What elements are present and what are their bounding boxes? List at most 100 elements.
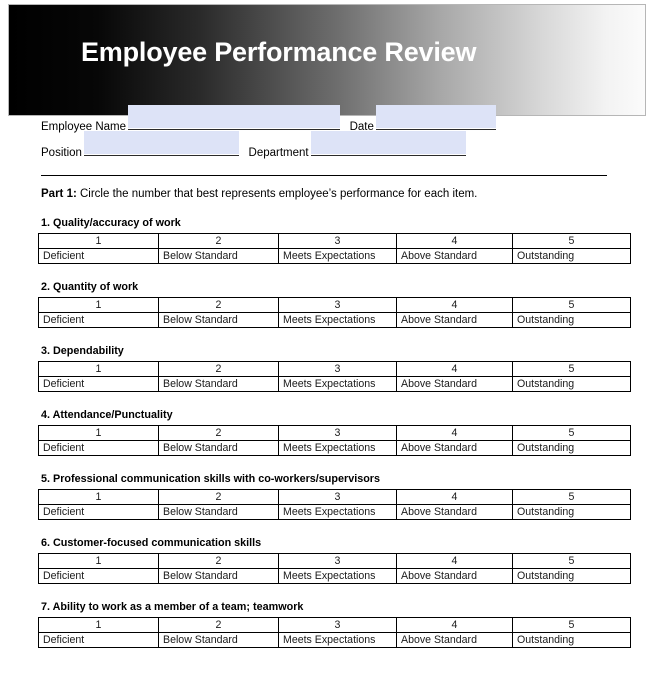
rating-item-title: 3. Dependability: [41, 345, 124, 357]
rating-item: 7. Ability to work as a member of a team…: [0, 584, 648, 648]
rating-score-cell[interactable]: 2: [158, 489, 279, 505]
rating-label-cell: Above Standard: [396, 440, 513, 456]
form-row: Position Department: [0, 131, 648, 168]
rating-item: 1. Quality/accuracy of work 1 2 3 4 5 Deficien…: [0, 200, 648, 264]
rating-item-title: 5. Professional communication skills wit…: [41, 473, 381, 485]
rating-item: 6. Customer-focused communication skills…: [0, 520, 648, 584]
rating-score-cell[interactable]: 5: [512, 553, 631, 569]
rating-score-cell[interactable]: 2: [158, 553, 279, 569]
rating-scale-table: 1 2 3 4 5 Deficient Below Standard Meets Expect…: [38, 425, 631, 456]
part-label: Part 1:: [41, 188, 77, 200]
rating-item: 2. Quantity of work 1 2 3 4 5 Deficient Below S…: [0, 264, 648, 328]
rating-score-cell[interactable]: 3: [278, 425, 397, 441]
rating-scale-table: 1 2 3 4 5 Deficient Below Standard Meets Expect…: [38, 489, 631, 520]
rating-score-row: 12345: [38, 297, 631, 313]
field-input[interactable]: [310, 131, 466, 156]
rating-item-title: 6. Customer-focused communication skills: [41, 537, 262, 549]
field-input-fill: [310, 131, 466, 154]
rating-label-cell: Above Standard: [396, 312, 513, 328]
rating-score-cell[interactable]: 3: [278, 553, 397, 569]
rating-score-cell[interactable]: 2: [158, 617, 279, 633]
rating-score-cell[interactable]: 5: [512, 425, 631, 441]
field-label: Department: [248, 147, 309, 159]
rating-label-cell: Above Standard: [396, 504, 513, 520]
rating-label-cell: Meets Expectations: [278, 312, 397, 328]
field-input-fill: [128, 105, 341, 128]
rating-score-cell[interactable]: 1: [38, 553, 159, 569]
rating-score-cell[interactable]: 1: [38, 361, 159, 377]
rating-label-cell: Below Standard: [158, 312, 279, 328]
field-gap: [239, 147, 249, 159]
rating-item-title: 7. Ability to work as a member of a team…: [41, 601, 304, 613]
rating-score-cell[interactable]: 5: [512, 297, 631, 313]
rating-score-cell[interactable]: 5: [512, 361, 631, 377]
rating-label-row: Deficient Below Standard Meets Expectation…: [38, 312, 631, 328]
rating-score-cell[interactable]: 5: [512, 489, 631, 505]
rating-score-cell[interactable]: 3: [278, 297, 397, 313]
rating-score-cell[interactable]: 1: [38, 233, 159, 249]
rating-label-cell: Deficient: [38, 248, 159, 264]
rating-scale-table: 1 2 3 4 5 Deficient Below Standard Meets Expect…: [38, 297, 631, 328]
rating-label-cell: Outstanding: [512, 312, 631, 328]
rating-label-cell: Below Standard: [158, 376, 279, 392]
rating-label-cell: Meets Expectations: [278, 504, 397, 520]
rating-label-cell: Meets Expectations: [278, 568, 397, 584]
rating-score-cell[interactable]: 2: [158, 361, 279, 377]
field-input[interactable]: [128, 105, 341, 130]
rating-item-title: 1. Quality/accuracy of work: [41, 217, 181, 229]
section-divider: [41, 175, 607, 176]
rating-label-cell: Below Standard: [158, 632, 279, 648]
rating-scale-table: 1 2 3 4 5 Deficient Below Standard Meets Expect…: [38, 361, 631, 392]
rating-label-cell: Meets Expectations: [278, 248, 397, 264]
form-field: Position: [41, 131, 239, 159]
rating-item: 3. Dependability 1 2 3 4 5 Deficient Below Stan…: [0, 328, 648, 392]
rating-score-cell[interactable]: 2: [158, 233, 279, 249]
rating-label-row: Deficient Below Standard Meets Expectation…: [38, 248, 631, 264]
rating-label-cell: Deficient: [38, 376, 159, 392]
rating-score-cell[interactable]: 4: [396, 553, 513, 569]
rating-label-cell: Meets Expectations: [278, 632, 397, 648]
field-input[interactable]: [375, 105, 496, 130]
rating-label-cell: Outstanding: [512, 376, 631, 392]
rating-label-cell: Outstanding: [512, 504, 631, 520]
rating-label-cell: Meets Expectations: [278, 440, 397, 456]
rating-score-row: 12345: [38, 233, 631, 249]
rating-score-cell[interactable]: 2: [158, 297, 279, 313]
rating-score-cell[interactable]: 1: [38, 617, 159, 633]
rating-score-cell[interactable]: 3: [278, 233, 397, 249]
field-input-fill: [83, 131, 239, 154]
rating-label-cell: Outstanding: [512, 632, 631, 648]
page-header-banner: Employee Performance Review: [8, 4, 646, 116]
rating-score-cell[interactable]: 1: [38, 297, 159, 313]
rating-score-cell[interactable]: 4: [396, 489, 513, 505]
rating-score-cell[interactable]: 1: [38, 489, 159, 505]
rating-label-cell: Deficient: [38, 504, 159, 520]
rating-label-cell: Below Standard: [158, 248, 279, 264]
rating-score-row: 12345: [38, 425, 631, 441]
rating-score-cell[interactable]: 5: [512, 617, 631, 633]
rating-score-cell[interactable]: 3: [278, 617, 397, 633]
rating-label-cell: Above Standard: [396, 376, 513, 392]
rating-label-row: Deficient Below Standard Meets Expectation…: [38, 440, 631, 456]
rating-label-cell: Outstanding: [512, 248, 631, 264]
rating-items-list: 1. Quality/accuracy of work 1 2 3 4 5 Deficien…: [0, 200, 648, 648]
rating-score-cell[interactable]: 4: [396, 233, 513, 249]
rating-score-cell[interactable]: 4: [396, 617, 513, 633]
rating-score-cell[interactable]: 2: [158, 425, 279, 441]
rating-label-cell: Below Standard: [158, 568, 279, 584]
rating-score-cell[interactable]: 4: [396, 297, 513, 313]
field-input-fill: [375, 105, 496, 128]
rating-score-cell[interactable]: 3: [278, 361, 397, 377]
rating-score-cell[interactable]: 1: [38, 425, 159, 441]
rating-label-cell: Below Standard: [158, 440, 279, 456]
rating-score-cell[interactable]: 4: [396, 361, 513, 377]
rating-score-cell[interactable]: 4: [396, 425, 513, 441]
rating-score-cell[interactable]: 5: [512, 233, 631, 249]
rating-label-cell: Outstanding: [512, 440, 631, 456]
field-input[interactable]: [83, 131, 239, 156]
rating-score-cell[interactable]: 3: [278, 489, 397, 505]
rating-label-cell: Deficient: [38, 312, 159, 328]
rating-scale-table: 1 2 3 4 5 Deficient Below Standard Meets Expect…: [38, 233, 631, 264]
document-body: Employee Name Date Position Department Pa…: [0, 105, 648, 648]
rating-label-cell: Meets Expectations: [278, 376, 397, 392]
